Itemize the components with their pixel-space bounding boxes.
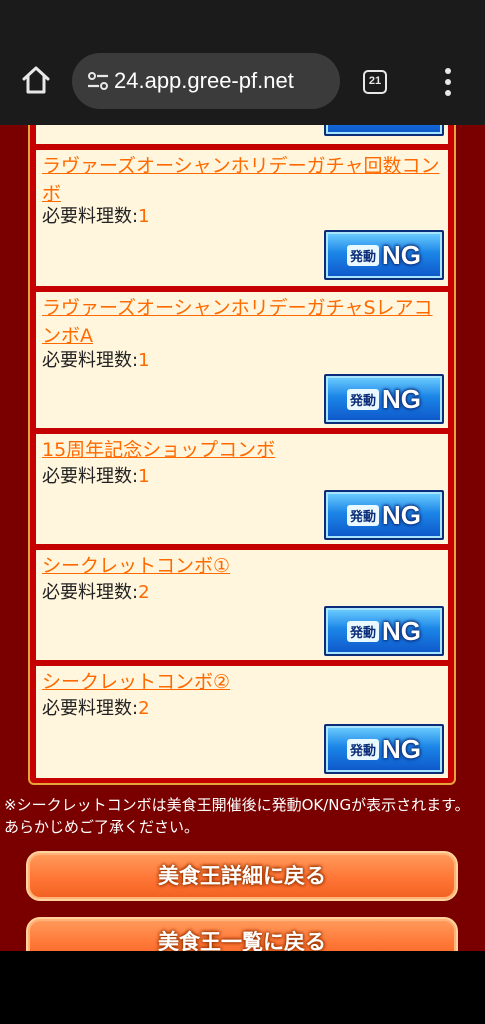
required-value: 2 [138,698,150,719]
combo-title-link[interactable]: シークレットコンボ② [42,668,442,696]
combo-title-link[interactable]: ラヴァーズオーシャンホリデーガチャ回数コンボ [42,152,442,208]
secret-combo-note: ※シークレットコンボは美食王開催後に発動OK/NGが表示されます。あらかじめご了… [4,796,470,836]
combo-list: NG ラヴァーズオーシャンホリデーガチャ回数コンボ 必要料理数:1 発動NG ラ… [28,110,456,785]
required-value: 2 [138,582,150,603]
list-item: ラヴァーズオーシャンホリデーガチャSレアコンボA 必要料理数:1 発動 NG [36,292,448,428]
badge-kanji: 発動 [346,244,379,266]
activation-ng-badge: 発動 NG [324,374,444,424]
required-dishes: 必要料理数:1 [42,464,150,490]
required-label: 必要料理数: [42,206,139,227]
required-value: 1 [138,350,150,371]
activation-ng-badge: 発動 NG [324,230,444,280]
badge-kanji: 発動 [346,620,379,642]
required-dishes: 必要料理数:1 [42,348,150,374]
combo-title-link[interactable]: ラヴァーズオーシャンホリデーガチャSレアコンボA [42,294,442,350]
badge-kanji: 発動 [346,388,379,410]
back-to-detail-button[interactable]: 美食王詳細に戻る [26,851,458,901]
list-item: ラヴァーズオーシャンホリデーガチャ回数コンボ 必要料理数:1 発動 NG [36,150,448,286]
required-dishes: 必要料理数:1 [42,204,150,230]
badge-status: NG [382,733,421,764]
required-label: 必要料理数: [42,466,139,487]
required-value: 1 [138,206,150,227]
activation-ng-badge: 発動 NG [324,724,444,774]
address-bar[interactable]: 24.app.gree-pf.net [72,53,340,109]
list-item: シークレットコンボ② 必要料理数:2 発動 NG [36,666,448,778]
required-label: 必要料理数: [42,698,139,719]
badge-kanji: 発動 [346,504,379,526]
more-menu-icon[interactable] [437,66,459,98]
badge-status: NG [382,499,421,530]
combo-title-link[interactable]: シークレットコンボ① [42,552,442,580]
url-text[interactable]: 24.app.gree-pf.net [114,67,332,95]
combo-title-link[interactable]: 15周年記念ショップコンボ [42,436,442,464]
home-icon[interactable] [20,64,52,96]
required-value: 1 [138,466,150,487]
tab-switcher-button[interactable]: 21 [363,70,387,94]
required-dishes: 必要料理数:2 [42,580,150,606]
required-label: 必要料理数: [42,350,139,371]
list-item: シークレットコンボ① 必要料理数:2 発動 NG [36,550,448,660]
badge-status: NG [382,383,421,414]
badge-status: NG [382,239,421,270]
browser-toolbar: 24.app.gree-pf.net 21 [0,0,485,125]
activation-ng-badge: 発動 NG [324,606,444,656]
badge-status: NG [382,615,421,646]
required-label: 必要料理数: [42,582,139,603]
site-settings-icon[interactable] [86,70,110,92]
required-dishes: 必要料理数:2 [42,696,150,722]
badge-kanji: 発動 [346,738,379,760]
activation-ng-badge: 発動 NG [324,490,444,540]
list-item: 15周年記念ショップコンボ 必要料理数:1 発動 NG [36,434,448,544]
system-navigation-bar [0,951,485,1024]
